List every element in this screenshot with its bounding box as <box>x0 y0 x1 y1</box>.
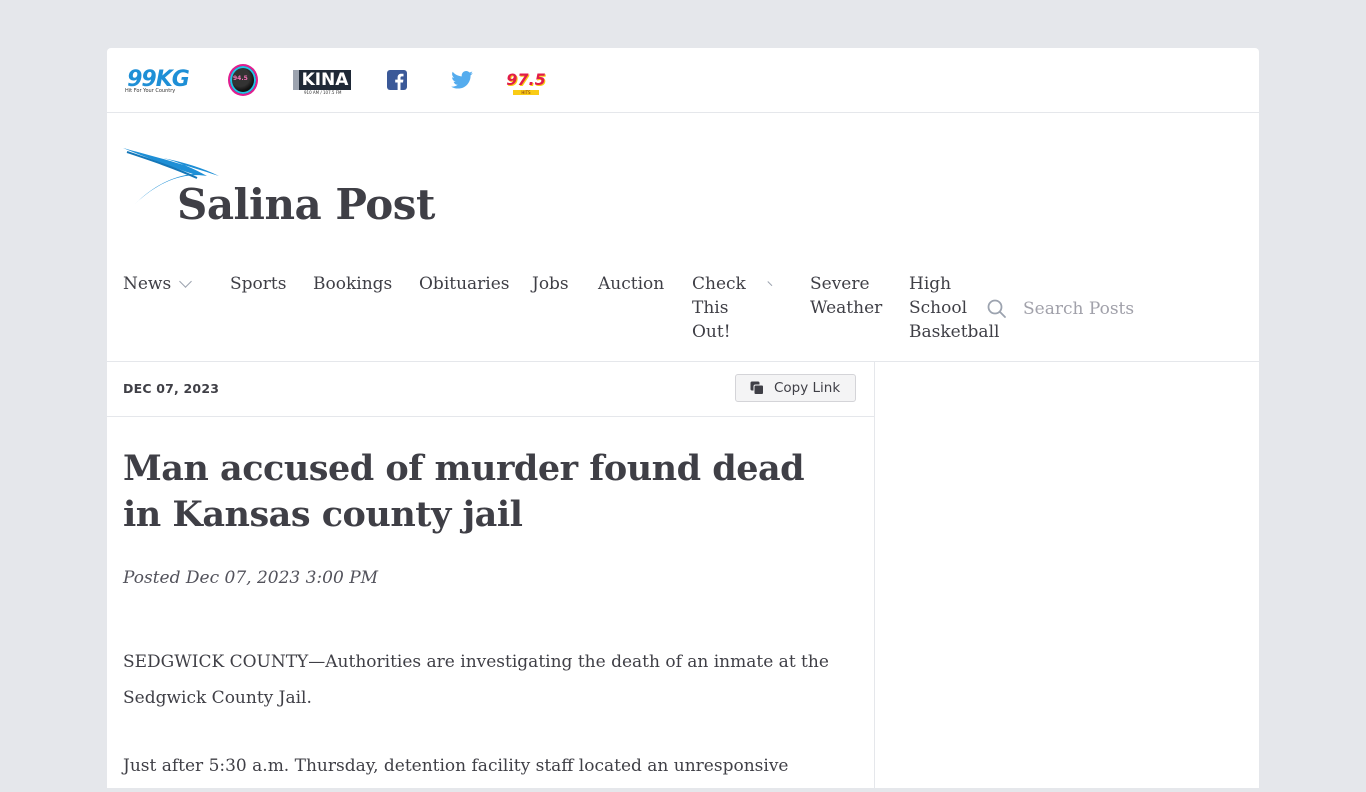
copy-link-label: Copy Link <box>774 380 841 396</box>
nav-item-label: Check This Out! <box>692 274 746 342</box>
site-logo[interactable]: Salina Post <box>123 146 435 236</box>
nav-item-news[interactable]: News <box>123 272 171 296</box>
station-link-975[interactable]: 97.5 HITS <box>506 64 546 96</box>
nav-item-obituaries[interactable]: Obituaries <box>419 272 510 296</box>
facebook-link[interactable] <box>387 64 407 96</box>
nav-item-bookings[interactable]: Bookings <box>313 272 392 296</box>
nav-item-label: High School Basketball <box>909 274 1000 342</box>
twitter-link[interactable] <box>451 64 473 96</box>
station-link-945[interactable]: 94.5 <box>228 64 258 96</box>
nav-item-label: Jobs <box>532 274 569 294</box>
station-tagline: 910 AM / 107.5 FM <box>304 90 342 95</box>
article-date: DEC 07, 2023 <box>123 381 220 396</box>
facebook-icon <box>387 70 407 90</box>
nav-item-label: Severe Weather <box>810 274 883 318</box>
article-column: DEC 07, 2023 Copy Link Man accused of mu… <box>107 362 875 792</box>
copy-link-button[interactable]: Copy Link <box>735 374 856 402</box>
article-meta-bar: DEC 07, 2023 Copy Link <box>107 362 874 417</box>
copy-icon <box>750 381 764 395</box>
station-tagline: HITS <box>513 90 539 95</box>
radio-circle-logo-icon: 94.5 <box>228 64 258 96</box>
nav-item-label: Auction <box>598 274 665 294</box>
sidebar <box>875 362 1259 792</box>
page-container: 99KG Hit For Your Country 94.5 KINA 910 … <box>107 48 1259 792</box>
nav-item-auction[interactable]: Auction <box>598 272 664 296</box>
article-title: Man accused of murder found dead in Kans… <box>123 448 805 535</box>
station-tagline: Hit For Your Country <box>125 88 176 94</box>
nav-item-sports[interactable]: Sports <box>230 272 286 296</box>
nav-item-label: Bookings <box>313 274 393 294</box>
kina-logo-icon: KINA <box>292 70 352 90</box>
search-input[interactable] <box>1013 296 1253 322</box>
site-name: Salina Post <box>177 180 435 229</box>
nav-item-check-this-out[interactable]: Check This Out! <box>692 272 752 344</box>
chevron-down-icon[interactable] <box>767 276 777 287</box>
nav-item-jobs[interactable]: Jobs <box>532 272 569 296</box>
article-paragraph: SEDGWICK COUNTY—Authorities are investig… <box>123 652 829 708</box>
975-logo-icon: 97.5 <box>506 70 546 89</box>
station-link-kina[interactable]: KINA 910 AM / 107.5 FM <box>292 64 352 96</box>
station-link-99kg[interactable]: 99KG Hit For Your Country <box>123 64 193 96</box>
search-icon[interactable] <box>987 299 1007 319</box>
chevron-down-icon[interactable] <box>179 275 192 288</box>
station-bar: 99KG Hit For Your Country 94.5 KINA 910 … <box>107 48 1259 113</box>
station-label: 94.5 <box>233 75 248 82</box>
article-posted: Posted Dec 07, 2023 3:00 PM <box>123 568 379 588</box>
nav-item-severe-weather[interactable]: Severe Weather <box>810 272 890 320</box>
article-paragraph: Just after 5:30 a.m. Thursday, detention… <box>123 756 789 776</box>
main-nav: News Sports Bookings Obituaries Jobs Auc… <box>107 272 1259 362</box>
twitter-icon <box>451 71 473 89</box>
nav-item-label: Sports <box>230 274 287 294</box>
nav-item-label: Obituaries <box>419 274 510 294</box>
nav-item-label: News <box>123 274 172 294</box>
